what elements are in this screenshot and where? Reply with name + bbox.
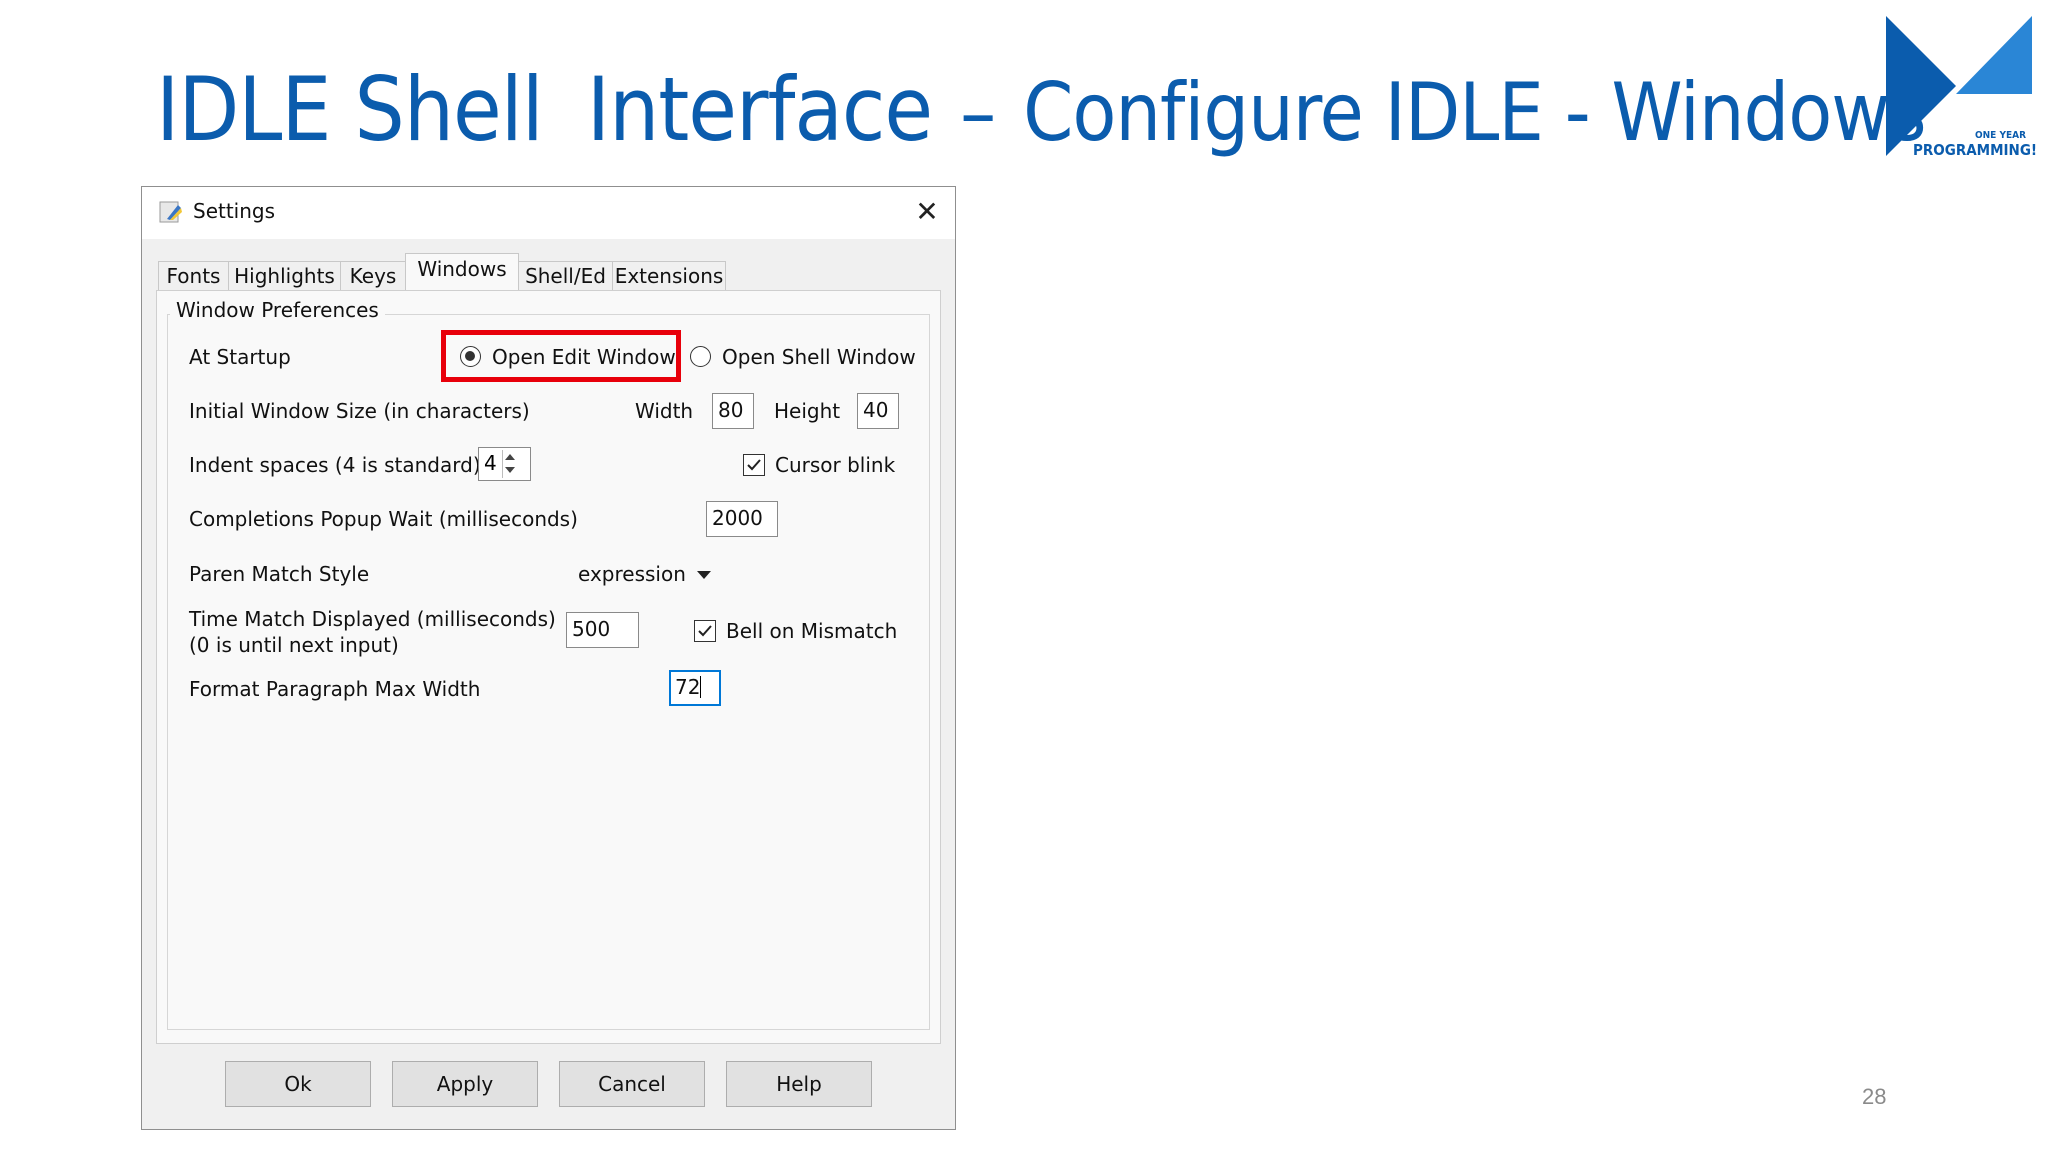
completions-input[interactable]: 2000 — [706, 501, 778, 537]
window-title: Settings — [193, 199, 276, 223]
indent-label: Indent spaces (4 is standard) — [189, 453, 481, 477]
spin-buttons[interactable] — [502, 450, 516, 478]
tab-shell-ed[interactable]: Shell/Ed — [518, 261, 613, 291]
at-startup-label: At Startup — [189, 345, 291, 369]
title-part1: IDLE Shell — [156, 58, 544, 161]
checkmark-icon — [747, 459, 761, 471]
completions-label: Completions Popup Wait (milliseconds) — [189, 507, 578, 531]
tab-extensions[interactable]: Extensions — [612, 261, 726, 291]
height-input[interactable]: 40 — [857, 393, 899, 429]
cursor-blink-checkbox[interactable] — [743, 454, 765, 476]
slide-title: IDLE Shell Interface – Configure IDLE - … — [156, 58, 1927, 168]
indent-spinbox[interactable]: 4 — [478, 447, 531, 481]
ok-button[interactable]: Ok — [225, 1061, 371, 1107]
open-shell-radio[interactable] — [690, 346, 711, 367]
paren-style-label: Paren Match Style — [189, 562, 370, 586]
open-edit-label[interactable]: Open Edit Window — [492, 345, 676, 369]
title-dash: – — [960, 66, 996, 159]
tab-windows[interactable]: Windows — [405, 253, 519, 292]
time-match-label-2: (0 is until next input) — [189, 633, 399, 657]
settings-dialog: Settings ✕ Fonts Highlights Keys Windows… — [141, 186, 956, 1130]
cursor-blink-label[interactable]: Cursor blink — [775, 453, 895, 477]
title-bar: Settings ✕ — [142, 187, 955, 239]
indent-value: 4 — [484, 451, 497, 475]
dropdown-arrow-icon[interactable] — [697, 571, 711, 579]
time-match-label-1: Time Match Displayed (milliseconds) — [189, 607, 556, 631]
logo-small-text: ONE YEAR — [1975, 130, 2027, 141]
tab-fonts[interactable]: Fonts — [158, 261, 229, 291]
python-feather-icon — [159, 201, 182, 223]
cancel-button[interactable]: Cancel — [559, 1061, 705, 1107]
group-label: Window Preferences — [170, 298, 385, 322]
open-edit-radio[interactable] — [460, 346, 481, 367]
time-match-input[interactable]: 500 — [566, 612, 639, 648]
help-button[interactable]: Help — [726, 1061, 872, 1107]
paren-style-select[interactable]: expression — [578, 562, 686, 586]
spin-up-icon[interactable] — [505, 454, 515, 460]
spin-down-icon[interactable] — [505, 467, 515, 473]
close-icon[interactable]: ✕ — [912, 197, 942, 227]
page-number: 28 — [1862, 1084, 1887, 1109]
height-label: Height — [774, 399, 841, 423]
bell-label[interactable]: Bell on Mismatch — [726, 619, 897, 643]
text-caret — [700, 676, 702, 698]
tab-keys[interactable]: Keys — [340, 261, 406, 291]
width-label: Width — [635, 399, 694, 423]
tab-highlights[interactable]: Highlights — [228, 261, 341, 291]
title-part2: Interface — [586, 58, 933, 161]
logo-big-text: PROGRAMMING! — [1913, 141, 2038, 159]
bell-checkbox[interactable] — [694, 620, 716, 642]
format-width-value: 72 — [675, 675, 701, 699]
format-width-label: Format Paragraph Max Width — [189, 677, 481, 701]
title-part3: Configure IDLE - Windows — [1023, 66, 1927, 159]
format-width-input[interactable]: 72 — [669, 670, 721, 706]
apply-button[interactable]: Apply — [392, 1061, 538, 1107]
window-size-label: Initial Window Size (in characters) — [189, 399, 530, 423]
checkmark-icon — [698, 625, 712, 637]
width-input[interactable]: 80 — [712, 393, 754, 429]
open-shell-label[interactable]: Open Shell Window — [722, 345, 916, 369]
